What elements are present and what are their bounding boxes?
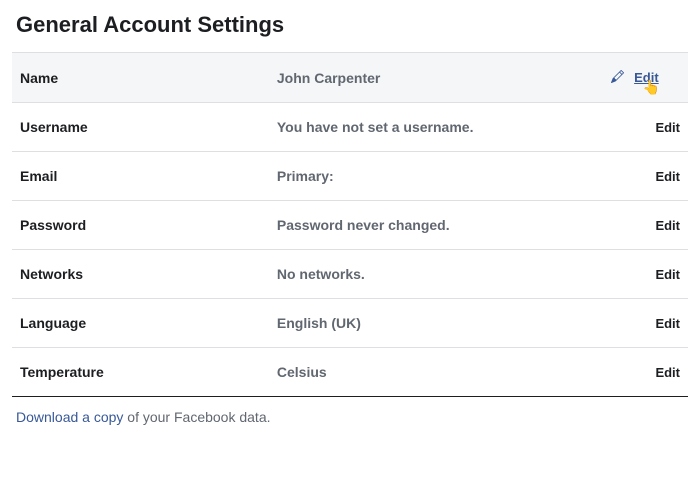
setting-row-temperature: Temperature Celsius Edit [12,348,688,397]
cursor-icon: 👆 [643,79,660,96]
value-networks: No networks. [269,250,587,299]
setting-row-language: Language English (UK) Edit [12,299,688,348]
settings-table: Name John Carpenter Edit 👆 Username You … [12,52,688,397]
download-rest: of your Facebook data. [123,409,270,425]
setting-row-name: Name John Carpenter Edit 👆 [12,53,688,103]
edit-link-networks[interactable]: Edit [655,267,680,282]
value-password: Password never changed. [269,201,587,250]
edit-link-username[interactable]: Edit [655,120,680,135]
label-language: Language [12,299,269,348]
label-temperature: Temperature [12,348,269,397]
value-name: John Carpenter [269,53,587,103]
setting-row-username: Username You have not set a username. Ed… [12,103,688,152]
edit-link-temperature[interactable]: Edit [655,365,680,380]
value-username: You have not set a username. [269,103,587,152]
page-title: General Account Settings [16,12,688,38]
setting-row-email: Email Primary: Edit [12,152,688,201]
label-email: Email [12,152,269,201]
value-language: English (UK) [269,299,587,348]
setting-row-password: Password Password never changed. Edit [12,201,688,250]
edit-link-language[interactable]: Edit [655,316,680,331]
setting-row-networks: Networks No networks. Edit [12,250,688,299]
value-temperature: Celsius [269,348,587,397]
pencil-icon [611,70,624,86]
label-password: Password [12,201,269,250]
label-name: Name [12,53,269,103]
edit-link-email[interactable]: Edit [655,169,680,184]
edit-link-password[interactable]: Edit [655,218,680,233]
value-email: Primary: [269,152,587,201]
label-networks: Networks [12,250,269,299]
label-username: Username [12,103,269,152]
download-link[interactable]: Download a copy [16,409,123,425]
download-row: Download a copy of your Facebook data. [12,397,688,425]
